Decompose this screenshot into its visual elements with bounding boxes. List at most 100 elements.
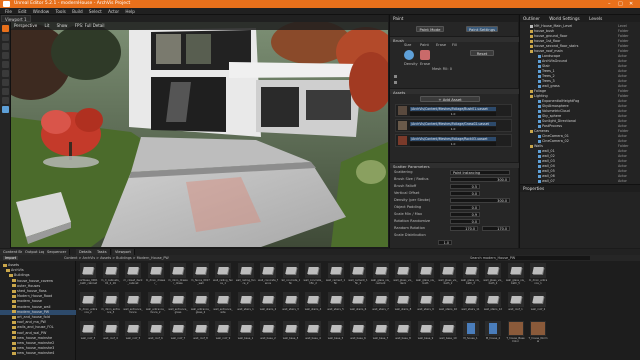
menu-window[interactable]: Window bbox=[33, 9, 50, 14]
option-checkbox[interactable] bbox=[394, 81, 397, 84]
asset-tile[interactable]: wall_stairs_11 bbox=[461, 292, 481, 322]
asset-tile[interactable]: wall_roof_1 bbox=[506, 292, 526, 322]
brush-section-header[interactable]: Brush bbox=[390, 36, 519, 43]
tab-world-settings[interactable]: World Settings bbox=[549, 16, 580, 21]
asset-tile[interactable]: wall_glass_vis_bath_5 bbox=[506, 263, 526, 293]
asset-tile[interactable]: m_dinin_drawer_ bbox=[146, 263, 166, 293]
maximize-button[interactable]: □ bbox=[618, 1, 623, 7]
menu-help[interactable]: Help bbox=[125, 9, 135, 14]
asset-tile[interactable]: wall_cement_1fin bbox=[326, 263, 346, 293]
search-input[interactable]: Search modern_House_PW bbox=[470, 256, 590, 260]
asset-tile[interactable]: m_dinin_entrance_3 bbox=[101, 292, 121, 322]
asset-tile[interactable]: wall_concrete_1fin_2 bbox=[303, 263, 323, 293]
brush-size-field[interactable]: 300.0 bbox=[450, 177, 510, 182]
asset-tile[interactable]: wall_glass_vis_cement bbox=[371, 263, 391, 293]
asset-tile[interactable]: wall_stairs_3 bbox=[281, 292, 301, 322]
erase-brush-icon[interactable] bbox=[420, 50, 430, 60]
viewport-lit-button[interactable]: Lit bbox=[44, 23, 49, 28]
asset-value[interactable]: 1.0 bbox=[410, 127, 496, 131]
asset-tile[interactable]: wall_roof_6 bbox=[146, 321, 166, 351]
tab-levels[interactable]: Levels bbox=[589, 16, 602, 21]
vertical-offset-field[interactable]: 0.0 bbox=[450, 191, 480, 196]
object-padding-field[interactable]: 0.0 bbox=[450, 205, 480, 210]
minimize-button[interactable]: – bbox=[608, 1, 611, 7]
landscape-tool-icon[interactable] bbox=[2, 61, 9, 68]
asset-tile[interactable]: wall_railing_fence_2 bbox=[236, 263, 256, 293]
menu-build[interactable]: Build bbox=[72, 9, 83, 14]
asset-tile[interactable]: M_house_2 bbox=[483, 321, 503, 351]
asset-tile[interactable]: wall_base_8 bbox=[393, 321, 413, 351]
asset-tile[interactable]: wall_roof_2 bbox=[528, 292, 548, 322]
asset-tile[interactable]: wall_base_2 bbox=[258, 321, 278, 351]
asset-tile[interactable]: wall_stairs_9 bbox=[416, 292, 436, 322]
asset-tile[interactable]: m_dinin_entrance_1 bbox=[528, 263, 548, 293]
asset-tile[interactable]: wall_entrance_fence bbox=[123, 292, 143, 322]
asset-value[interactable]: 1.0 bbox=[410, 112, 496, 116]
asset-tile[interactable]: wall_roof_5 bbox=[123, 321, 143, 351]
asset-tile[interactable]: M_house_1 bbox=[461, 321, 481, 351]
asset-tile[interactable]: wall_entrance_glass bbox=[168, 292, 188, 322]
fracture-tool-icon[interactable] bbox=[2, 97, 9, 104]
menu-actor[interactable]: Actor bbox=[108, 9, 119, 14]
asset-tile[interactable]: wall_stairs_6 bbox=[348, 292, 368, 322]
asset-tile[interactable]: m_dinin_entrance_2 bbox=[78, 292, 98, 322]
paint-brush-icon[interactable] bbox=[404, 50, 414, 60]
brush-falloff-field[interactable]: 0.5 bbox=[450, 184, 480, 189]
asset-tile[interactable]: wall_roof_3 bbox=[78, 321, 98, 351]
foliage-tool-icon[interactable] bbox=[2, 70, 9, 77]
asset-tile[interactable]: wall_stairs_4 bbox=[303, 292, 323, 322]
asset-name[interactable]: /ArchVis/Content/Meshes/Foliage/Rock03.u… bbox=[410, 137, 496, 141]
asset-tile[interactable]: wall_railing_fence_1 bbox=[213, 263, 233, 293]
asset-tile[interactable]: wall_stairs_12 bbox=[483, 292, 503, 322]
asset-tile[interactable]: wall_entrance_fence_2 bbox=[146, 292, 166, 322]
asset-tile[interactable]: wall_base_7 bbox=[371, 321, 391, 351]
asset-value[interactable]: 1.0 bbox=[410, 142, 496, 146]
asset-tile[interactable]: wall_entrance_glass_2 bbox=[191, 292, 211, 322]
rotate-tool-icon[interactable] bbox=[2, 43, 9, 50]
mesh-tool-icon[interactable] bbox=[2, 88, 9, 95]
tab-viewport[interactable]: Viewport 1 bbox=[1, 15, 31, 22]
viewport-camera-label[interactable]: FPS: Full Detail bbox=[75, 23, 105, 28]
asset-tile[interactable]: wall_stairs_5 bbox=[326, 292, 346, 322]
asset-tile[interactable]: wall_base_10 bbox=[438, 321, 458, 351]
asset-tile[interactable]: wall_glass_vis_bath bbox=[416, 263, 436, 293]
asset-tile[interactable]: rail_concrete_1fin bbox=[281, 263, 301, 293]
select-tool-icon[interactable] bbox=[2, 25, 9, 32]
asset-tile[interactable]: wall_glass_vis_bath_4 bbox=[483, 263, 503, 293]
brush-tool-icon[interactable] bbox=[2, 106, 9, 113]
asset-tile[interactable]: wall_roof_8 bbox=[191, 321, 211, 351]
add-asset-button[interactable]: + Add Asset bbox=[420, 96, 480, 102]
menu-tools[interactable]: Tools bbox=[55, 9, 65, 14]
asset-tile[interactable]: T_house_BaseColor bbox=[506, 321, 526, 351]
asset-tile[interactable]: T_house_Normal bbox=[528, 321, 548, 351]
asset-tile[interactable]: wall_stairs_10 bbox=[438, 292, 458, 322]
asset-tile[interactable]: portbase_0001_bath_cabinet bbox=[78, 263, 98, 293]
breadcrumb[interactable]: Content > ArchVis > Assets > Buildings >… bbox=[64, 256, 169, 260]
paint-settings-button[interactable]: Paint Settings bbox=[466, 26, 498, 32]
viewport-mode-button[interactable]: Perspective bbox=[14, 23, 37, 28]
asset-tile[interactable]: m_d_cabinets_01_2_16 bbox=[101, 263, 121, 293]
menu-select[interactable]: Select bbox=[89, 9, 102, 14]
asset-tile[interactable]: wall_glass_vis_deck bbox=[393, 263, 413, 293]
asset-tile[interactable]: wall_roof_9 bbox=[213, 321, 233, 351]
asset-name[interactable]: /ArchVis/Content/Meshes/Foliage/Grass02.… bbox=[410, 122, 496, 126]
close-button[interactable]: ✕ bbox=[629, 1, 633, 7]
asset-tile[interactable]: m_closet_deck_cabinet bbox=[123, 263, 143, 293]
random-rotation-min-field[interactable]: 170.0 bbox=[450, 226, 478, 231]
asset-tile[interactable]: wall_glass_vis_bath_3 bbox=[461, 263, 481, 293]
asset-row[interactable]: /ArchVis/Content/Meshes/Foliage/Rock03.u… bbox=[395, 134, 512, 147]
asset-tile[interactable]: wall_stairs_1 bbox=[236, 292, 256, 322]
random-rotation-max-field[interactable]: 170.0 bbox=[482, 226, 510, 231]
asset-tile[interactable]: wall_stairs_7 bbox=[371, 292, 391, 322]
asset-tile[interactable]: wall_base_1 bbox=[236, 321, 256, 351]
asset-tile[interactable]: wall_stairs_8 bbox=[393, 292, 413, 322]
asset-tile[interactable]: wall_concrete_fence bbox=[258, 263, 278, 293]
asset-tile[interactable]: wall_base_4 bbox=[303, 321, 323, 351]
paint-tool-icon[interactable] bbox=[2, 79, 9, 86]
density-field[interactable]: 300.0 bbox=[450, 198, 510, 203]
scatter-section-header[interactable]: Scatter Parameters bbox=[390, 162, 519, 169]
menu-file[interactable]: File bbox=[5, 9, 12, 14]
asset-tile[interactable]: wall_base_6 bbox=[348, 321, 368, 351]
asset-tile[interactable]: wall_roof_7 bbox=[168, 321, 188, 351]
reset-button[interactable]: Reset bbox=[470, 50, 494, 56]
